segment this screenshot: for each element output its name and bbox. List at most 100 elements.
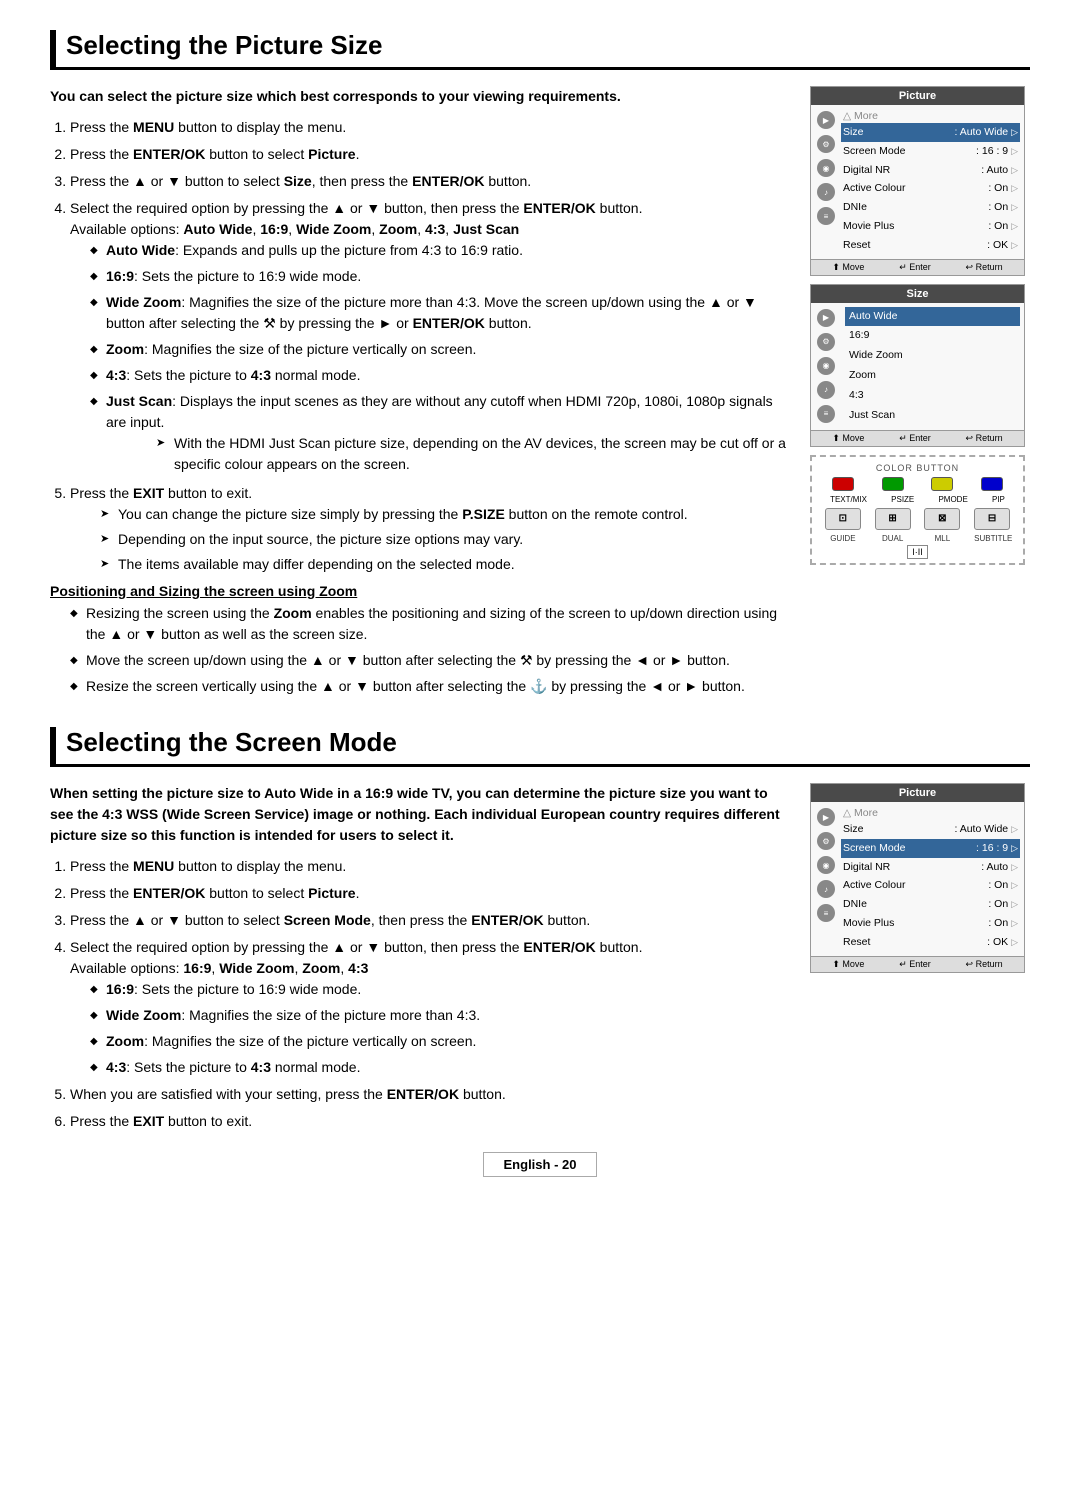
tv-size-icons: ▶ ⚙ ◉ ♪ ≡ <box>815 307 837 426</box>
active-colour-row2: Active Colour: On ▷ <box>841 876 1020 895</box>
step-item: When you are satisfied with your setting… <box>70 1084 790 1105</box>
tv-panel-footer: ⬆ Move ↵ Enter ↩ Return <box>811 259 1024 275</box>
tv-panel-size-header: Size <box>811 285 1024 303</box>
tv-icon2-5: ≡ <box>817 904 835 922</box>
hi-button[interactable]: I·II <box>907 545 928 559</box>
more-row2: △ More <box>841 806 1020 820</box>
active-colour-row: Active Colour: On ▷ <box>841 179 1020 198</box>
footer-return2: ↩ Return <box>966 959 1003 970</box>
size-16-9: 16:9 <box>845 326 1020 346</box>
option-item: 4:3: Sets the picture to 4:3 normal mode… <box>90 1057 790 1078</box>
just-scan-notes: With the HDMI Just Scan picture size, de… <box>106 433 790 475</box>
tv-icon2-3: ◉ <box>817 856 835 874</box>
section1-intro: You can select the picture size which be… <box>50 86 790 107</box>
dual-button[interactable]: ⊞ <box>875 508 911 530</box>
tv-icon2-4: ♪ <box>817 880 835 898</box>
red-button[interactable] <box>832 477 854 491</box>
tv-icon-1: ▶ <box>817 111 835 129</box>
section1-steps-list: Press the MENU button to display the men… <box>50 117 790 475</box>
tv-icon2-2: ⚙ <box>817 832 835 850</box>
subtitle-label: SUBTITLE <box>974 534 1010 543</box>
positioning-title: Positioning and Sizing the screen using … <box>50 583 790 599</box>
tv-panel-size: Size ▶ ⚙ ◉ ♪ ≡ Auto Wide 16:9 Wide Zoom … <box>810 284 1025 447</box>
tv-icon-3: ◉ <box>817 159 835 177</box>
footer-enter2: ↵ Enter <box>899 959 931 970</box>
tv-icon2-1: ▶ <box>817 808 835 826</box>
step-item: Press the ▲ or ▼ button to select Size, … <box>70 171 790 192</box>
tv-icons2: ▶ ⚙ ◉ ♪ ≡ <box>815 806 837 952</box>
footer-move: ⬆ Move <box>832 262 864 273</box>
section2-intro: When setting the picture size to Auto Wi… <box>50 783 790 846</box>
step-item: Press the EXIT button to exit. <box>70 1111 790 1132</box>
section1-title: Selecting the Picture Size <box>50 30 1030 70</box>
green-button[interactable] <box>882 477 904 491</box>
option-item: 16:9: Sets the picture to 16:9 wide mode… <box>90 266 790 287</box>
option-item: Just Scan: Displays the input scenes as … <box>90 391 790 475</box>
color-btn-header: COLOR BUTTON <box>818 463 1017 473</box>
positioning-note: Resize the screen vertically using the ▲… <box>70 676 790 697</box>
size-auto-wide: Auto Wide <box>845 307 1020 327</box>
section1-steps-cont: Press the EXIT button to exit. You can c… <box>50 483 790 575</box>
tv-menu-list: △ More Size: Auto Wide ▷ Screen Mode: 16… <box>841 109 1020 255</box>
size-list: Auto Wide 16:9 Wide Zoom Zoom 4:3 Just S… <box>841 307 1020 426</box>
positioning-note: Resizing the screen using the Zoom enabl… <box>70 603 790 645</box>
color-button-panel: COLOR BUTTON TEXT/MIX PSIZE PMODE PIP ⊡ … <box>810 455 1025 565</box>
mll-label: MLL <box>924 534 960 543</box>
screen-mode-row: Screen Mode: 16 : 9 ▷ <box>841 142 1020 161</box>
size-4-3: 4:3 <box>845 386 1020 406</box>
step-item: Press the ▲ or ▼ button to select Screen… <box>70 910 790 931</box>
tv-panel-picture2-header: Picture <box>811 784 1024 802</box>
option-item: 4:3: Sets the picture to 4:3 normal mode… <box>90 365 790 386</box>
movie-plus-row2: Movie Plus: On ▷ <box>841 914 1020 933</box>
size-row: Size: Auto Wide ▷ <box>841 123 1020 142</box>
tv-icon-5: ≡ <box>817 207 835 225</box>
tv-icon-s3: ◉ <box>817 357 835 375</box>
reset-row: Reset: OK ▷ <box>841 236 1020 255</box>
section1-text-col: You can select the picture size which be… <box>50 86 790 703</box>
func-buttons-row: ⊡ ⊞ ⊠ ⊟ <box>818 508 1017 530</box>
option-item: Wide Zoom: Magnifies the size of the pic… <box>90 292 790 334</box>
size-just-scan: Just Scan <box>845 406 1020 426</box>
note-item: Depending on the input source, the pictu… <box>100 529 790 550</box>
tv-icon-4: ♪ <box>817 183 835 201</box>
section2-text-col: When setting the picture size to Auto Wi… <box>50 783 790 1140</box>
tv-panel-picture-header: Picture <box>811 87 1024 105</box>
tv-panel-picture2: Picture ▶ ⚙ ◉ ♪ ≡ △ More Size: Auto Wide… <box>810 783 1025 973</box>
digital-nr-row: Digital NR: Auto ▷ <box>841 161 1020 180</box>
func-labels: GUIDE DUAL MLL SUBTITLE <box>818 534 1017 543</box>
tv-icon-s5: ≡ <box>817 405 835 423</box>
guide-button[interactable]: ⊡ <box>825 508 861 530</box>
dnie-row2: DNIe: On ▷ <box>841 895 1020 914</box>
option-item: Zoom: Magnifies the size of the picture … <box>90 339 790 360</box>
psize-label: PSIZE <box>891 495 914 504</box>
subtitle-button[interactable]: ⊟ <box>974 508 1010 530</box>
digital-nr-row2: Digital NR: Auto ▷ <box>841 858 1020 877</box>
tv-icon-s1: ▶ <box>817 309 835 327</box>
mll-button[interactable]: ⊠ <box>924 508 960 530</box>
option-item: Auto Wide: Expands and pulls up the pict… <box>90 240 790 261</box>
footer-return: ↩ Return <box>966 262 1003 273</box>
tv-icon-2: ⚙ <box>817 135 835 153</box>
tv-size-footer: ⬆ Move ↵ Enter ↩ Return <box>811 430 1024 446</box>
step-item: Press the MENU button to display the men… <box>70 117 790 138</box>
positioning-notes: Resizing the screen using the Zoom enabl… <box>50 603 790 697</box>
footer-enter: ↵ Enter <box>899 433 931 444</box>
step-item: Press the ENTER/OK button to select Pict… <box>70 883 790 904</box>
dual-label: DUAL <box>875 534 911 543</box>
guide-label: GUIDE <box>825 534 861 543</box>
section2-steps-list: Press the MENU button to display the men… <box>50 856 790 1132</box>
tv-panel-picture: Picture ▶ ⚙ ◉ ♪ ≡ △ More Size: Auto Wide… <box>810 86 1025 276</box>
positioning-note: Move the screen up/down using the ▲ or ▼… <box>70 650 790 671</box>
section2-sidebar: Picture ▶ ⚙ ◉ ♪ ≡ △ More Size: Auto Wide… <box>810 783 1030 1140</box>
yellow-button[interactable] <box>931 477 953 491</box>
option-item: Zoom: Magnifies the size of the picture … <box>90 1031 790 1052</box>
pmode-label: PMODE <box>938 495 967 504</box>
tv-panel2-footer: ⬆ Move ↵ Enter ↩ Return <box>811 956 1024 972</box>
options-list: Auto Wide: Expands and pulls up the pict… <box>70 240 790 475</box>
footer-move: ⬆ Move <box>832 433 864 444</box>
more-row: △ More <box>841 109 1020 123</box>
note-item: With the HDMI Just Scan picture size, de… <box>156 433 790 475</box>
reset-row2: Reset: OK ▷ <box>841 933 1020 952</box>
footer-enter: ↵ Enter <box>899 262 931 273</box>
blue-button[interactable] <box>981 477 1003 491</box>
